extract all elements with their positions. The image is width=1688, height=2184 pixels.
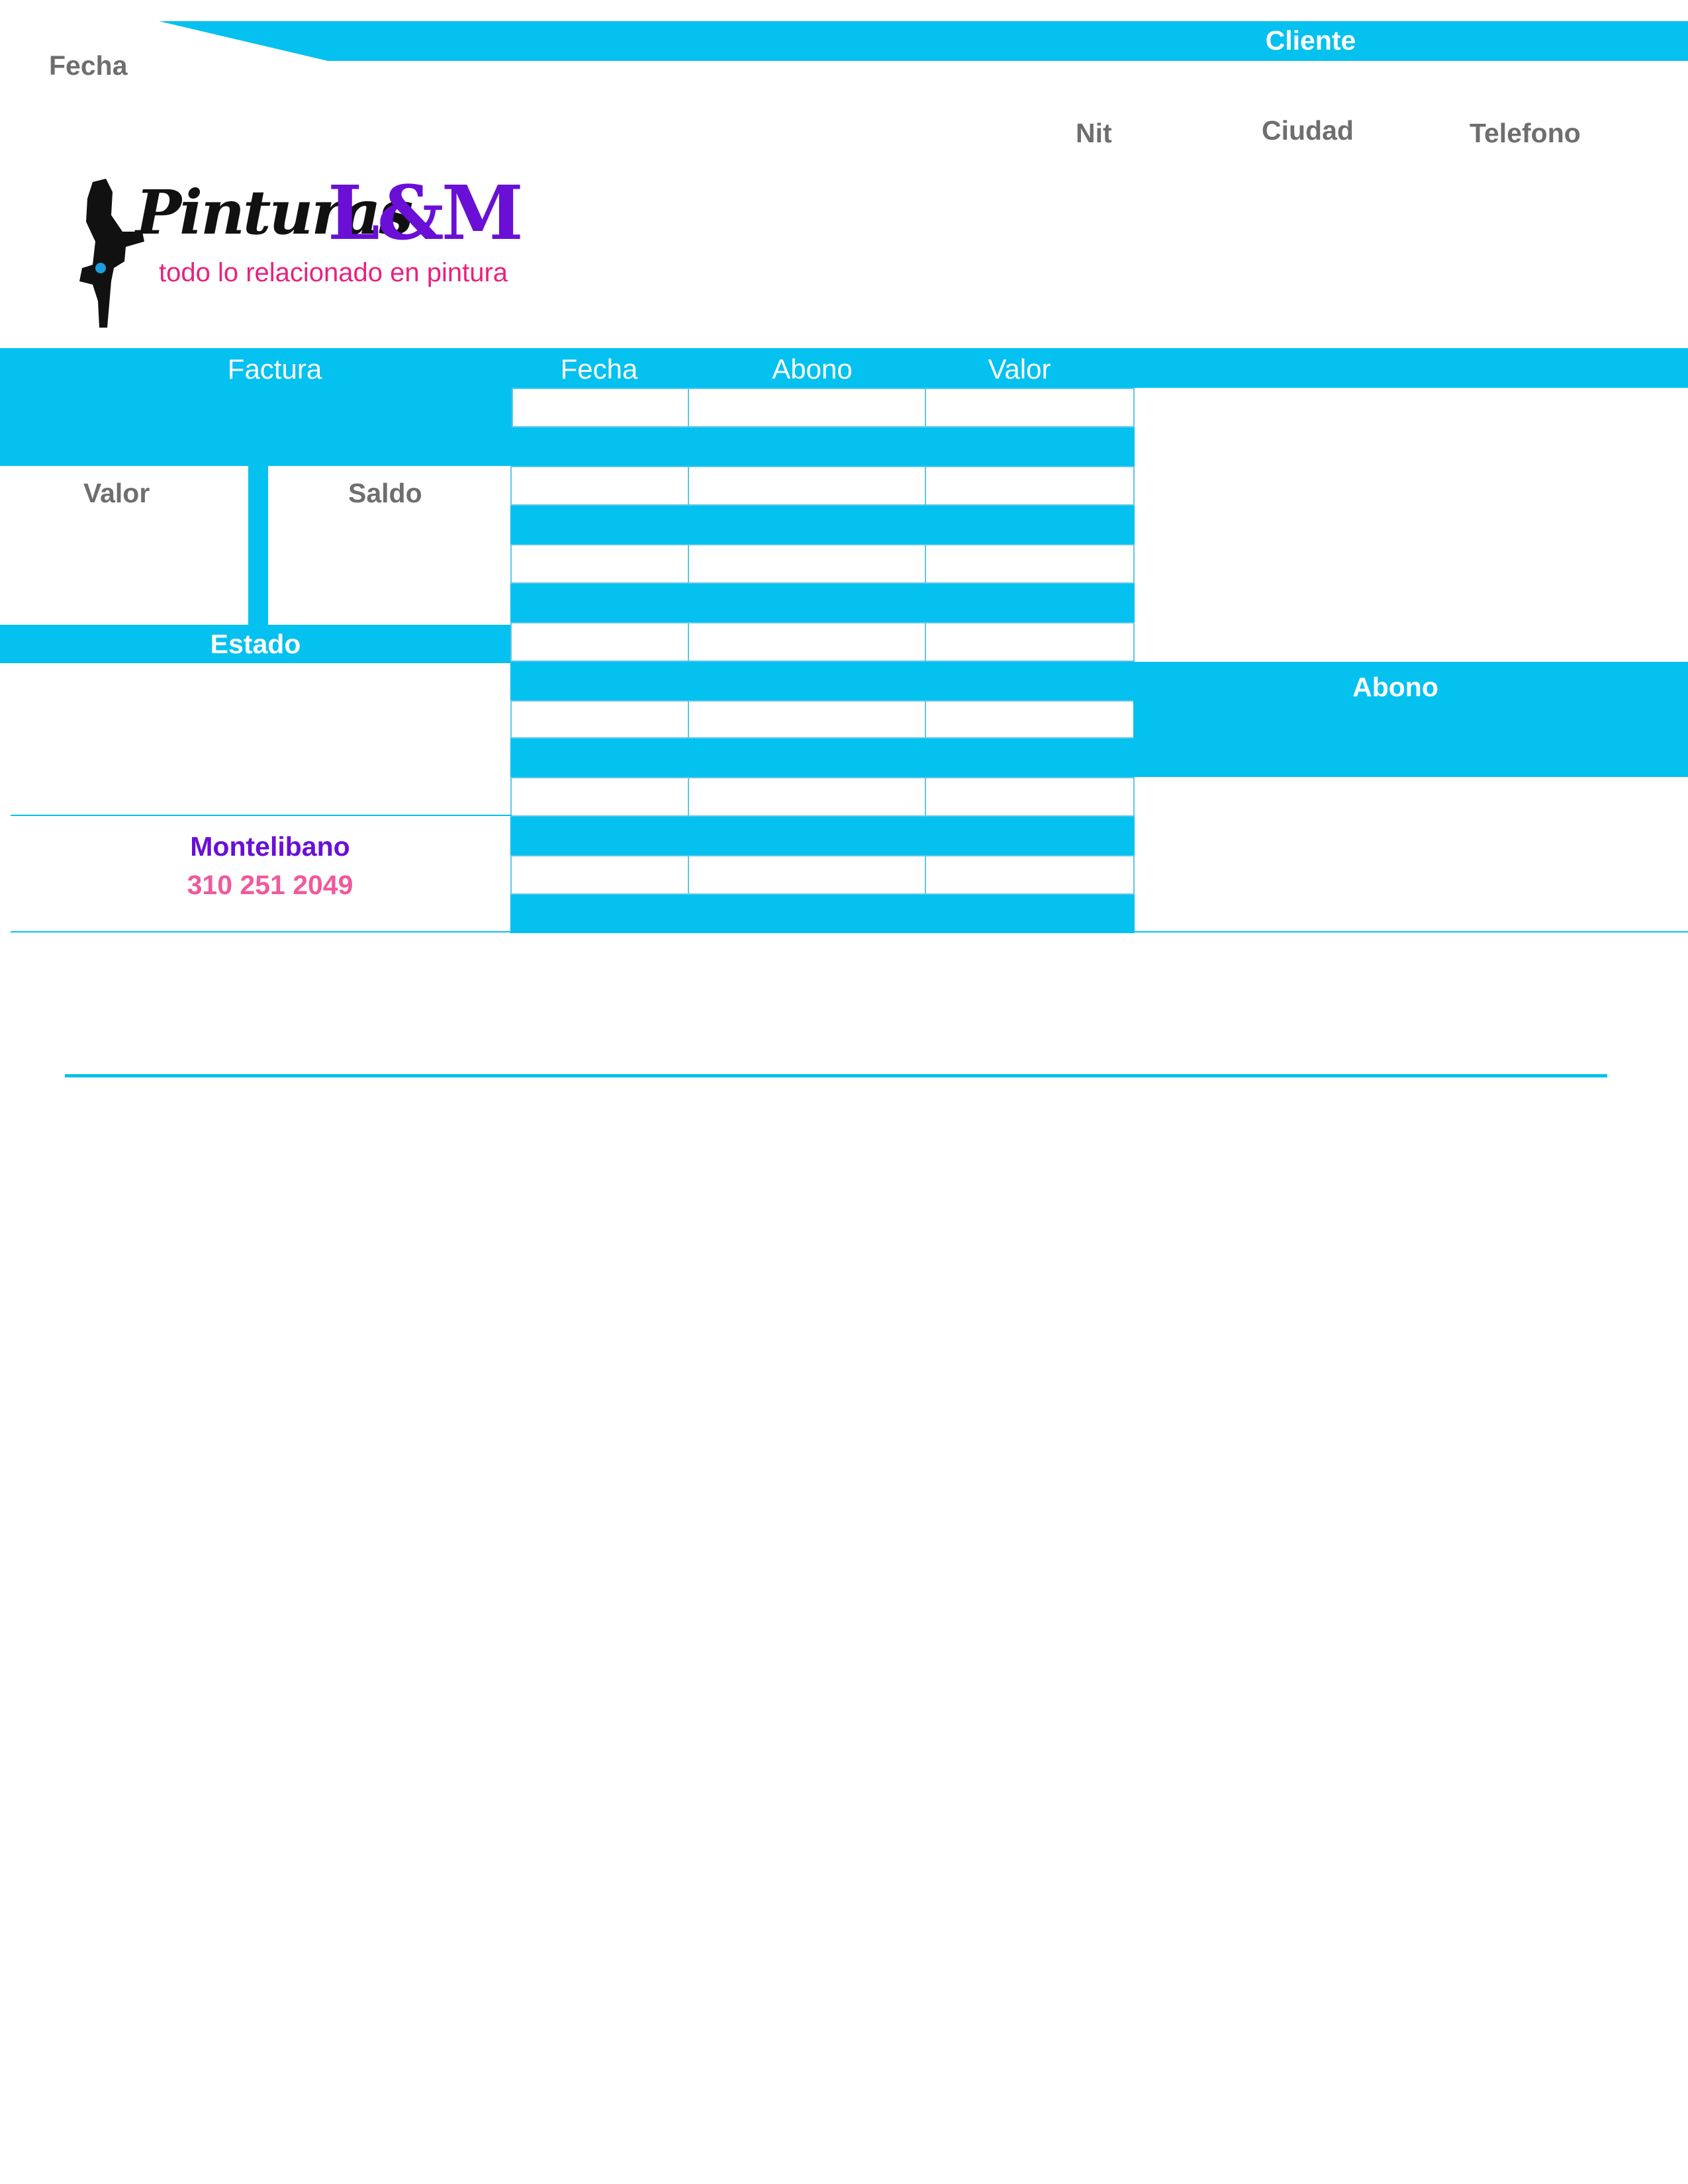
row-stripe	[510, 584, 1135, 622]
fecha-label: Fecha	[49, 50, 128, 81]
row-stripe	[510, 506, 1135, 544]
nit-label: Nit	[1076, 118, 1112, 148]
contact-phone: 310 251 2049	[187, 870, 353, 900]
col-header-valor: Valor	[988, 353, 1051, 385]
row-stripe	[510, 895, 1135, 933]
row6-fecha-cell[interactable]	[510, 777, 689, 817]
row-stripe	[510, 662, 1135, 700]
row-stripe	[510, 739, 1135, 777]
row-stripe	[512, 428, 1135, 466]
row1-fecha-cell[interactable]	[512, 388, 689, 428]
factura-block	[0, 388, 513, 466]
logo-brand-text: L&M	[328, 170, 524, 257]
ciudad-label: Ciudad	[1262, 115, 1354, 146]
row6-abono-cell[interactable]	[688, 777, 926, 817]
row7-abono-cell[interactable]	[688, 855, 926, 895]
row7-valor-cell[interactable]	[925, 855, 1135, 895]
contact-city: Montelibano	[190, 831, 350, 862]
row6-valor-cell[interactable]	[925, 777, 1135, 817]
row-stripe	[510, 817, 1135, 855]
telefono-label: Telefono	[1470, 118, 1581, 148]
spray-gun-icon	[79, 179, 144, 328]
saldo-label: Saldo	[348, 478, 422, 508]
section-bottom-rule	[11, 931, 1688, 933]
row5-valor-cell[interactable]	[925, 700, 1135, 739]
contact-top-rule	[11, 815, 512, 816]
estado-field[interactable]	[0, 663, 510, 814]
abono-box-label: Abono	[1352, 672, 1438, 702]
company-logo: Pinturas L&M todo lo relacionado en pint…	[73, 169, 549, 334]
row3-abono-cell[interactable]	[688, 544, 926, 584]
row3-valor-cell[interactable]	[925, 544, 1135, 584]
row2-fecha-cell[interactable]	[510, 466, 689, 506]
row1-abono-cell[interactable]	[688, 388, 926, 428]
valor-label: Valor	[83, 478, 150, 508]
row5-abono-cell[interactable]	[688, 700, 926, 739]
row4-abono-cell[interactable]	[688, 622, 926, 662]
row7-fecha-cell[interactable]	[510, 855, 689, 895]
cliente-label: Cliente	[1265, 25, 1356, 56]
row2-abono-cell[interactable]	[688, 466, 926, 506]
logo-tagline: todo lo relacionado en pintura	[159, 258, 508, 287]
col-header-factura: Factura	[227, 353, 322, 385]
row2-valor-cell[interactable]	[925, 466, 1135, 506]
row1-valor-cell[interactable]	[925, 388, 1135, 428]
valor-saldo-divider	[248, 466, 268, 625]
row4-valor-cell[interactable]	[925, 622, 1135, 662]
row4-fecha-cell[interactable]	[510, 622, 689, 662]
row5-fecha-cell[interactable]	[510, 700, 689, 739]
page-separator-line	[65, 1074, 1607, 1077]
estado-label: Estado	[210, 629, 301, 659]
row3-fecha-cell[interactable]	[510, 544, 689, 584]
